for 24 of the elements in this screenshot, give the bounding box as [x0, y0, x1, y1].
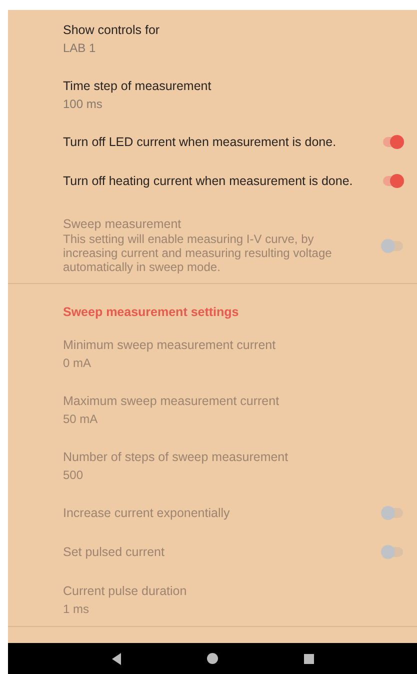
- setting-summary: 50 mA: [63, 412, 99, 426]
- section-header: Sweep measurement settings: [63, 304, 239, 318]
- setting-title: Increase current exponentially: [63, 506, 231, 520]
- setting-summary: 500: [63, 468, 84, 482]
- setting-title: Number of steps of sweep measurement: [63, 450, 290, 464]
- setting-summary: 1 ms: [63, 602, 90, 616]
- setting-title: Turn off heating current when measurement is done.: [63, 174, 354, 188]
- home-icon[interactable]: [206, 653, 218, 664]
- setting-title: Show controls for: [63, 23, 161, 37]
- setting-summary: 0 mA: [63, 356, 92, 370]
- setting-summary: This setting will enable measuring I-V curve, by increasing current and measuring resulting voltage automatically in sweep mode.: [63, 232, 333, 274]
- toggle-switch[interactable]: [381, 134, 403, 148]
- setting-summary: 100 ms: [63, 97, 104, 111]
- recents-icon[interactable]: [304, 654, 314, 664]
- setting-title: Time step of measurement: [63, 79, 212, 93]
- back-icon[interactable]: [112, 652, 121, 664]
- setting-title: Set pulsed current: [63, 544, 166, 558]
- toggle-switch[interactable]: [381, 174, 403, 188]
- setting-summary: LAB 1: [63, 41, 97, 55]
- setting-title: Maximum sweep measurement current: [63, 394, 280, 408]
- setting-title: Current pulse duration: [63, 584, 188, 598]
- setting-title: Sweep measurement: [63, 217, 182, 231]
- setting-title: Turn off LED current when measurement is done.: [63, 134, 338, 148]
- setting-title: Minimum sweep measurement current: [63, 338, 277, 352]
